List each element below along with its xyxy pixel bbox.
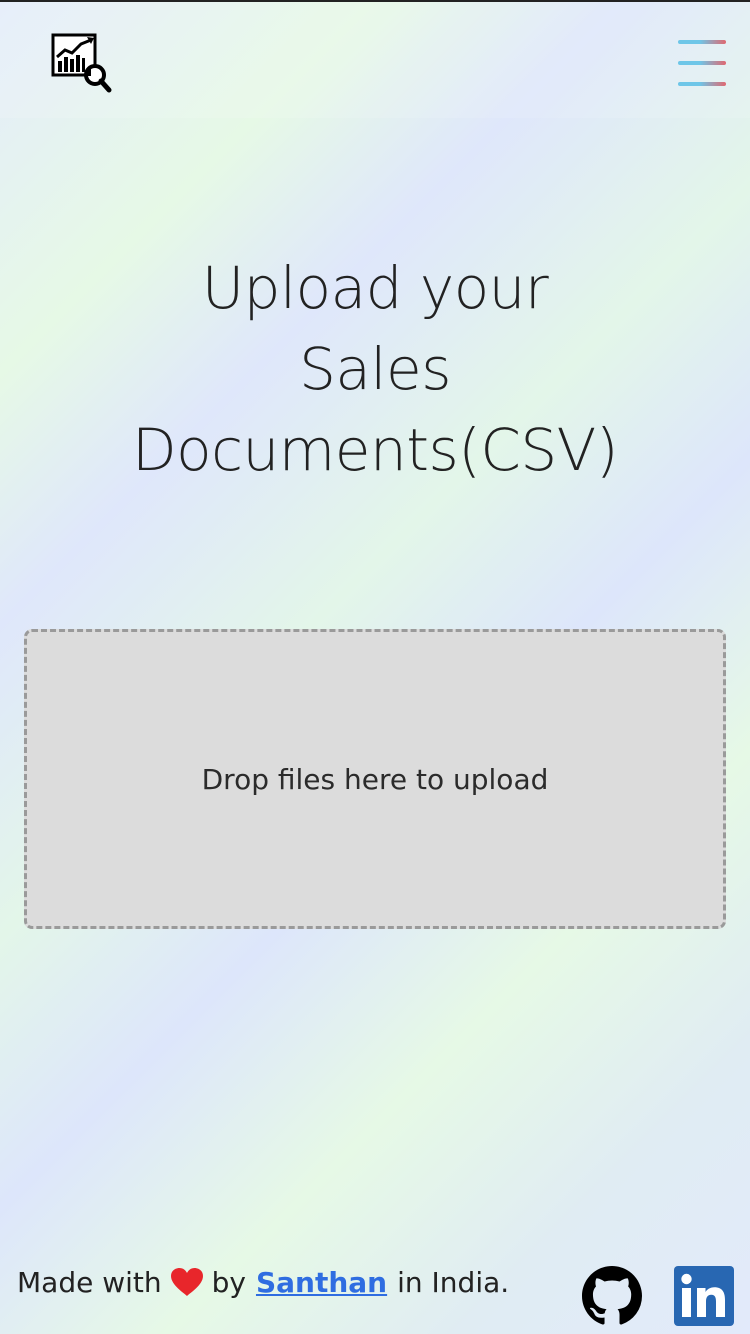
- linkedin-icon[interactable]: [674, 1266, 734, 1326]
- menu-bar: [678, 61, 726, 65]
- dropzone-label: Drop files here to upload: [201, 762, 549, 796]
- footer-credit: Made with by Santhan in India.: [17, 1260, 509, 1304]
- page-title: Upload your Sales Documents(CSV): [0, 248, 750, 491]
- by-text: by: [211, 1265, 246, 1299]
- menu-bar: [678, 82, 726, 86]
- title-line: Documents(CSV): [132, 416, 618, 484]
- made-with-text: Made with: [17, 1265, 162, 1299]
- sales-analytics-logo-icon[interactable]: [50, 32, 112, 94]
- heart-icon: [170, 1267, 204, 1297]
- title-line: Sales: [299, 335, 451, 403]
- navbar: [0, 2, 750, 118]
- menu-bar: [678, 40, 726, 44]
- hamburger-menu-button[interactable]: [676, 40, 728, 90]
- author-link[interactable]: Santhan: [256, 1266, 387, 1299]
- location-text: in India.: [397, 1265, 510, 1299]
- file-dropzone[interactable]: Drop files here to upload: [24, 629, 726, 929]
- title-line: Upload your: [201, 254, 549, 322]
- github-icon[interactable]: [582, 1266, 642, 1326]
